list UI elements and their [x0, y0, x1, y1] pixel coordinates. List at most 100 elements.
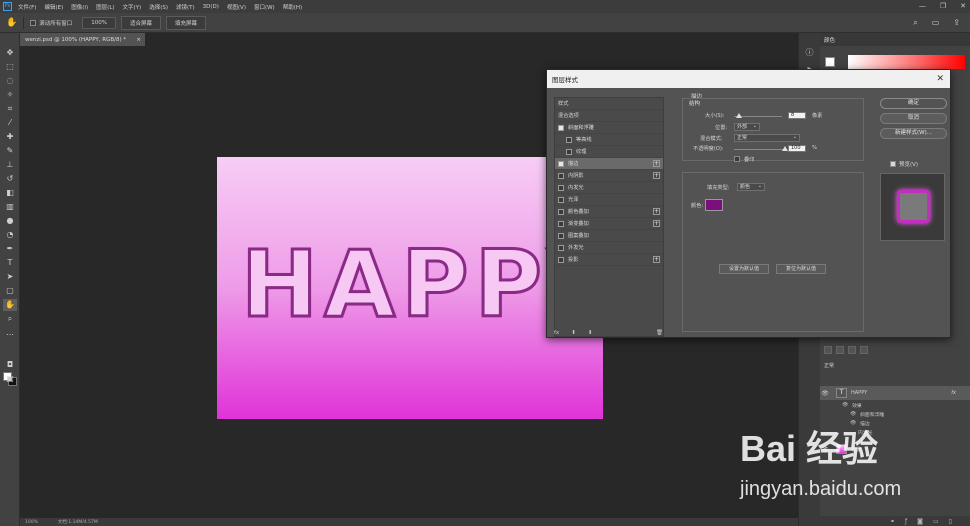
close-icon[interactable]: ×: [136, 37, 141, 43]
move-tool-icon[interactable]: ✥: [3, 47, 17, 59]
style-item[interactable]: 图案叠加: [555, 230, 663, 242]
move-down-icon[interactable]: ⬇: [588, 330, 593, 336]
style-checkbox[interactable]: [558, 184, 564, 191]
menu-type[interactable]: 文字(Y): [123, 3, 142, 11]
layer-filter-pixel-icon[interactable]: [836, 346, 844, 354]
blend-mode-select[interactable]: 正常: [734, 134, 800, 142]
style-item[interactable]: 投影 +: [555, 254, 663, 266]
style-item[interactable]: 内发光: [555, 182, 663, 194]
trash-icon[interactable]: 🗑: [656, 330, 663, 336]
fit-screen-button[interactable]: 适合屏幕: [120, 15, 161, 30]
menu-view[interactable]: 视图(V): [227, 3, 246, 11]
eye-icon[interactable]: 👁: [842, 403, 848, 408]
hand-tool-icon[interactable]: ✋: [3, 299, 17, 311]
menu-edit[interactable]: 编辑(E): [44, 3, 63, 11]
tab-color[interactable]: 颜色: [824, 36, 835, 44]
layer-filter-type-icon[interactable]: [860, 346, 868, 354]
position-select[interactable]: 外部: [734, 123, 760, 131]
style-checkbox[interactable]: [566, 136, 572, 143]
style-item[interactable]: 内阴影 +: [555, 170, 663, 182]
close-window-button[interactable]: ✕: [960, 2, 966, 10]
document-tab[interactable]: wenzi.psd @ 100% (HAPPY, RGB/8) * ×: [20, 33, 145, 46]
eraser-tool-icon[interactable]: ◧: [3, 187, 17, 199]
menu-help[interactable]: 帮助(H): [283, 3, 302, 11]
preview-checkbox[interactable]: [890, 161, 896, 167]
style-item[interactable]: 纹理: [555, 146, 663, 158]
path-selection-tool-icon[interactable]: ➤: [3, 271, 17, 283]
style-checkbox[interactable]: [558, 220, 564, 227]
screen-mode-icon[interactable]: ▣: [3, 373, 17, 385]
new-style-button[interactable]: 新建样式(W)...: [880, 128, 947, 139]
minimize-button[interactable]: —: [919, 2, 926, 10]
opacity-slider[interactable]: [734, 149, 785, 150]
color-ramp[interactable]: [848, 55, 965, 69]
style-checkbox[interactable]: [566, 148, 572, 155]
marquee-tool-icon[interactable]: ⬚: [3, 61, 17, 73]
maximize-button[interactable]: ❐: [940, 2, 946, 10]
eyedropper-tool-icon[interactable]: ⁄: [3, 117, 17, 129]
share-icon[interactable]: ⇪: [953, 18, 960, 28]
add-effect-icon[interactable]: +: [653, 256, 660, 263]
lasso-tool-icon[interactable]: ◌: [3, 75, 17, 87]
scroll-all-checkbox[interactable]: [30, 19, 37, 26]
color-swatch[interactable]: [825, 57, 835, 67]
style-item[interactable]: 渐变叠加 +: [555, 218, 663, 230]
menu-filter[interactable]: 滤镜(T): [176, 3, 195, 11]
magic-wand-tool-icon[interactable]: ✧: [3, 89, 17, 101]
dialog-title-bar[interactable]: 图层样式 ✕: [547, 70, 950, 88]
zoom-100-button[interactable]: 100%: [82, 16, 116, 29]
workspace-icon[interactable]: ▭: [932, 18, 940, 28]
opacity-input[interactable]: 100: [788, 145, 806, 152]
style-checkbox[interactable]: [558, 172, 564, 179]
menu-select[interactable]: 选择(S): [149, 3, 168, 11]
style-checkbox[interactable]: [558, 160, 564, 167]
info-icon[interactable]: ⓘ: [804, 47, 815, 58]
size-input[interactable]: 8: [788, 112, 806, 119]
history-brush-tool-icon[interactable]: ↺: [3, 173, 17, 185]
style-item[interactable]: 外发光: [555, 242, 663, 254]
blur-tool-icon[interactable]: ●: [3, 215, 17, 227]
menu-3d[interactable]: 3D(D): [203, 4, 219, 10]
style-item[interactable]: 光泽: [555, 194, 663, 206]
layer-filter-adjust-icon[interactable]: [848, 346, 856, 354]
gradient-tool-icon[interactable]: ▥: [3, 201, 17, 213]
style-checkbox[interactable]: [558, 244, 564, 251]
add-effect-icon[interactable]: +: [653, 160, 660, 167]
style-checkbox[interactable]: [558, 196, 564, 203]
ok-button[interactable]: 确定: [880, 98, 947, 109]
fill-screen-button[interactable]: 填充屏幕: [165, 15, 206, 30]
cancel-button[interactable]: 取消: [880, 113, 947, 124]
size-slider-knob[interactable]: [735, 113, 742, 118]
zoom-tool-icon[interactable]: ⌕: [3, 313, 17, 325]
move-up-icon[interactable]: ⬆: [571, 330, 576, 336]
shape-tool-icon[interactable]: ▢: [3, 285, 17, 297]
close-icon[interactable]: ✕: [936, 74, 944, 84]
style-checkbox[interactable]: [558, 208, 564, 215]
style-item[interactable]: 等高线: [555, 134, 663, 146]
style-checkbox[interactable]: [558, 124, 564, 131]
dodge-tool-icon[interactable]: ◔: [3, 229, 17, 241]
preview-option[interactable]: 预览(V): [890, 160, 918, 168]
style-item[interactable]: 样式: [555, 98, 663, 110]
style-item[interactable]: 颜色叠加 +: [555, 206, 663, 218]
overprint-checkbox[interactable]: [734, 156, 740, 162]
style-item[interactable]: 描边 +: [555, 158, 663, 170]
menu-layer[interactable]: 图层(L): [96, 3, 114, 11]
effect-bevel-row[interactable]: 👁 斜面和浮雕: [820, 410, 970, 419]
menu-file[interactable]: 文件(F): [18, 3, 36, 11]
set-default-button[interactable]: 设置为默认值: [719, 264, 769, 274]
zoom-readout[interactable]: 100%: [25, 520, 38, 525]
add-effect-icon[interactable]: +: [653, 172, 660, 179]
brush-tool-icon[interactable]: ✎: [3, 145, 17, 157]
menu-window[interactable]: 窗口(W): [254, 3, 275, 11]
eye-icon[interactable]: 👁: [820, 390, 830, 397]
add-effect-icon[interactable]: +: [653, 208, 660, 215]
search-icon[interactable]: ⌕: [913, 18, 917, 28]
style-checkbox[interactable]: [558, 256, 564, 263]
style-item[interactable]: 斜面和浮雕: [555, 122, 663, 134]
style-checkbox[interactable]: [558, 232, 564, 239]
reset-default-button[interactable]: 复位为默认值: [776, 264, 826, 274]
effects-row[interactable]: 👁 效果: [820, 401, 970, 410]
type-tool-icon[interactable]: T: [3, 257, 17, 269]
quick-mask-icon[interactable]: ◘: [3, 359, 17, 371]
